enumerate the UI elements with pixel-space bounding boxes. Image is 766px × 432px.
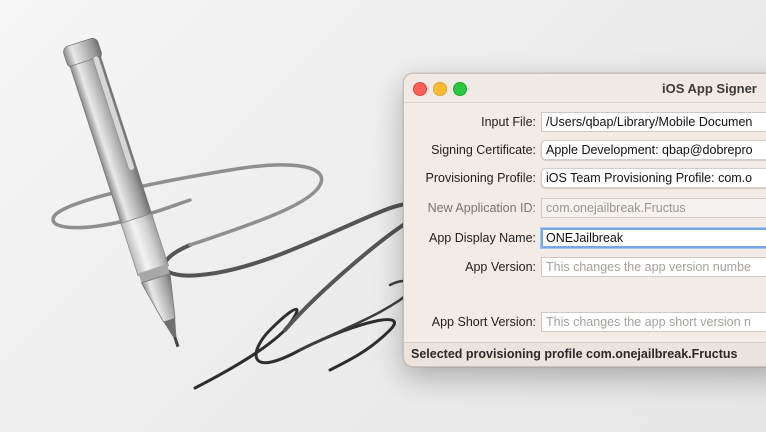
pen-icon: [63, 38, 180, 348]
app-short-version-label: App Short Version:: [431, 315, 536, 329]
maximize-button[interactable]: [453, 82, 467, 96]
title-bar[interactable]: iOS App Signer: [404, 74, 766, 103]
app-window: iOS App Signer Input File: /Users/qbap/L…: [403, 73, 766, 367]
app-display-name-row: App Display Name: ONEJailbreak: [404, 227, 766, 251]
signing-certificate-popup[interactable]: Apple Development: qbap@dobrepro: [541, 140, 766, 160]
close-button[interactable]: [413, 82, 427, 96]
signing-certificate-row: Signing Certificate: Apple Development: …: [404, 139, 766, 163]
provisioning-profile-row: Provisioning Profile: iOS Team Provision…: [404, 167, 766, 191]
app-version-row: App Version: This changes the app versio…: [404, 256, 766, 280]
app-short-version-row: App Short Version: This changes the app …: [404, 311, 766, 335]
app-short-version-input[interactable]: This changes the app short version n: [541, 312, 766, 332]
input-file-row: Input File: /Users/qbap/Library/Mobile D…: [404, 111, 766, 135]
signature-scribble: [51, 163, 430, 390]
app-version-label: App Version:: [465, 260, 536, 274]
app-display-name-label: App Display Name:: [429, 231, 536, 245]
window-title: iOS App Signer: [662, 81, 757, 96]
signing-certificate-label: Signing Certificate:: [431, 143, 536, 157]
provisioning-profile-label: Provisioning Profile:: [425, 171, 536, 185]
input-file-field[interactable]: /Users/qbap/Library/Mobile Documen: [541, 112, 766, 132]
input-file-label: Input File:: [481, 115, 536, 129]
app-display-name-input[interactable]: ONEJailbreak: [541, 228, 766, 248]
status-bar: Selected provisioning profile com.onejai…: [404, 342, 766, 366]
provisioning-profile-popup[interactable]: iOS Team Provisioning Profile: com.o: [541, 168, 766, 188]
app-version-input[interactable]: This changes the app version numbe: [541, 257, 766, 277]
status-text: Selected provisioning profile com.onejai…: [411, 347, 738, 361]
minimize-button[interactable]: [433, 82, 447, 96]
new-application-id-row: New Application ID: com.onejailbreak.Fru…: [404, 197, 766, 221]
new-application-id-label: New Application ID:: [427, 201, 536, 215]
new-application-id-field: com.onejailbreak.Fructus: [541, 198, 766, 218]
